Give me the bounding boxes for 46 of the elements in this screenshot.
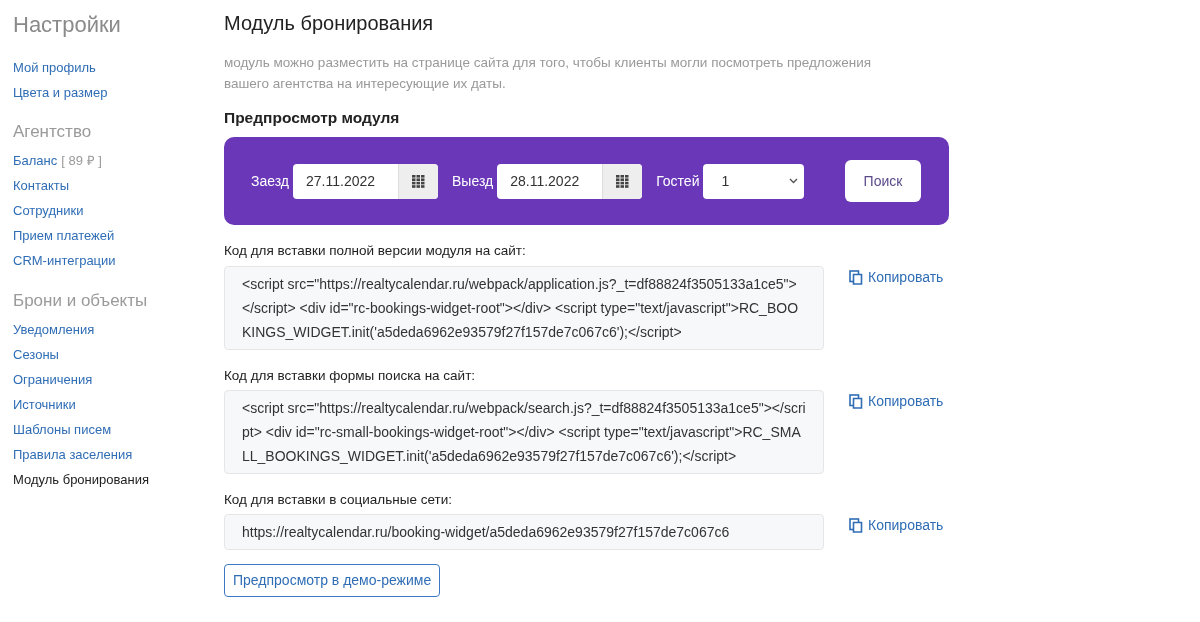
guests-label: Гостей xyxy=(656,171,700,191)
code-label: Код для вставки формы поиска на сайт: xyxy=(224,366,477,385)
calendar-grid-icon xyxy=(616,174,630,188)
copy-icon xyxy=(849,269,863,285)
sidebar-item[interactable]: Цвета и размер xyxy=(13,82,108,103)
embed-code-box: https://realtycalendar.ru/booking-widget/a5deda6962e93579f27f157de7c067c6 xyxy=(224,514,824,550)
sidebar-item[interactable]: Сотрудники xyxy=(13,201,84,221)
calendar-button[interactable] xyxy=(602,163,643,199)
sidebar-item[interactable]: CRM-интеграции xyxy=(13,251,116,271)
sidebar-item[interactable]: Прием платежей xyxy=(13,226,115,246)
chevron-down-icon xyxy=(789,178,799,185)
sidebar-item[interactable]: Мой профиль xyxy=(13,57,96,78)
sidebar-item[interactable]: Уведомления xyxy=(13,319,95,340)
sidebar-title: Настройки xyxy=(13,11,122,39)
code-label: Код для вставки в социальные сети: xyxy=(224,490,453,509)
calendar-grid-icon xyxy=(412,174,425,188)
sidebar-item[interactable]: Источники xyxy=(13,394,76,415)
checkin-date-field[interactable]: 27.11.2022 xyxy=(293,163,438,199)
sidebar-item[interactable]: Правила заселения xyxy=(13,444,133,465)
sidebar-heading: Брони и объекты xyxy=(13,289,149,312)
guests-select[interactable]: 1 xyxy=(703,163,805,199)
page-title: Модуль бронирования xyxy=(224,11,435,36)
code-label: Код для вставки полной версии модуля на сайт: xyxy=(224,242,527,261)
description: модуль можно разместить на странице сайта для того, чтобы клиенты могли посмотреть предложения вашего агентства на интересующие их даты. xyxy=(224,54,873,93)
search-button[interactable]: Поиск xyxy=(845,160,921,203)
sidebar-heading: Агентство xyxy=(13,121,93,143)
demo-preview-button[interactable]: Предпросмотр в демо-режиме xyxy=(224,564,441,597)
copy-link[interactable]: Копировать xyxy=(849,390,944,412)
embed-code-box: <script src="https://realtycalendar.ru/webpack/application.js?_t=df88824f3505133a1ce5"></script> <div id="rc-bookings-widget-root"></div> <script type="text/javascript">RC_BOOKINGS_WIDGET.init('a5deda6962e93579f27f157de7c067c6');</script> xyxy=(224,265,824,350)
balance-amount: [ 89 ₽ ] xyxy=(61,152,102,171)
checkout-label: Выезд xyxy=(452,171,494,191)
sidebar-item[interactable]: Сезоны xyxy=(13,344,59,365)
calendar-button[interactable] xyxy=(398,163,438,199)
copy-link[interactable]: Копировать xyxy=(849,266,944,288)
checkout-date-field[interactable]: 28.11.2022 xyxy=(497,163,643,199)
copy-icon xyxy=(849,393,863,409)
sidebar-item[interactable]: Баланс xyxy=(13,151,58,171)
sidebar-item[interactable]: Шаблоны писем xyxy=(13,419,112,440)
copy-link[interactable]: Копировать xyxy=(849,515,944,536)
copy-icon xyxy=(849,518,863,533)
sidebar-item[interactable]: Модуль бронирования xyxy=(13,469,149,490)
sidebar-item[interactable]: Ограничения xyxy=(13,369,93,390)
sidebar-item[interactable]: Контакты xyxy=(13,176,70,196)
checkin-label: Заезд xyxy=(251,171,289,191)
embed-code-box: <script src="https://realtycalendar.ru/webpack/search.js?_t=df88824f3505133a1ce5"></script> <div id="rc-small-bookings-widget-root"></div> <script type="text/javascript">RC_SMALL_BOOKINGS_WIDGET.init('a5deda6962e93579f27f157de7c067c6');</script> xyxy=(224,389,824,474)
preview-heading: Предпросмотр модуля xyxy=(224,108,401,128)
